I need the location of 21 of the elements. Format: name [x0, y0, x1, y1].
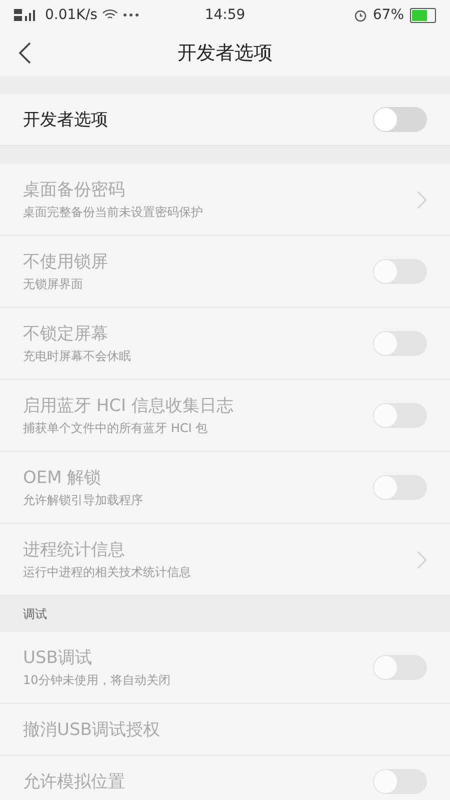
battery-icon: [410, 8, 436, 22]
clock: 14:59: [204, 7, 246, 23]
chevron-icon: [417, 190, 427, 208]
section-header: 调试: [23, 606, 47, 622]
setting-title[interactable]: 开发者选项: [23, 108, 373, 131]
setting-description: 允许解锁引导加载程序: [23, 492, 144, 509]
setting-description: 无锁屏界面: [23, 276, 84, 293]
setting-description: 10分钟未使用，将自动关闭: [23, 672, 172, 689]
alarm-icon: [354, 8, 367, 22]
wifi-icon: [102, 9, 118, 21]
setting-description: 桌面完整备份当前未设置密码保护: [23, 204, 204, 221]
battery-percent: 67%: [372, 7, 404, 23]
more-icon: [123, 13, 140, 17]
setting-description: 充电时屏幕不会休眠: [23, 348, 132, 365]
setting-description: 运行中进程的相关技术统计信息: [23, 564, 192, 581]
toggle-switch[interactable]: [373, 107, 427, 132]
chevron-icon: [417, 550, 427, 568]
back-button[interactable]: [18, 41, 32, 65]
page-title: 开发者选项: [176, 41, 274, 66]
setting-description: 捕获单个文件中的所有蓝牙 HCI 包: [23, 420, 209, 437]
network-speed: 0.01K/s: [45, 7, 98, 23]
